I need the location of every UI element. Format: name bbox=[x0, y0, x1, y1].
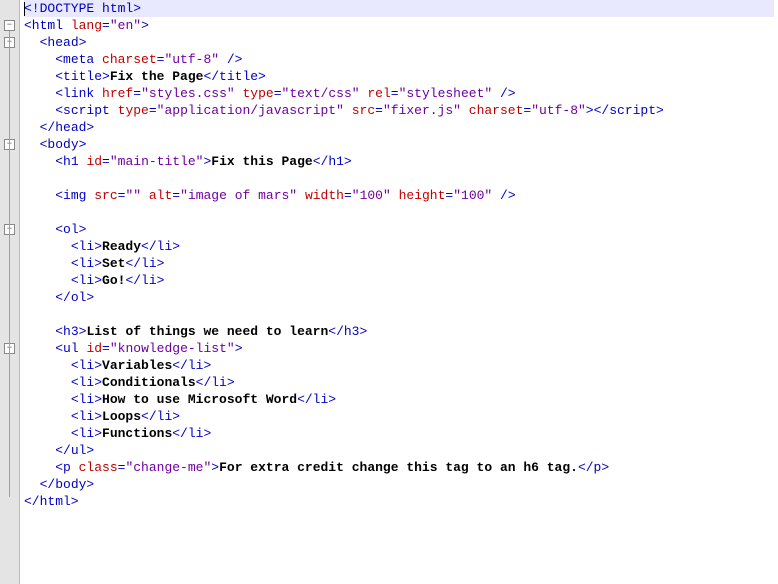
code-line[interactable]: </head> bbox=[24, 119, 774, 136]
code-line[interactable] bbox=[24, 204, 774, 221]
code-line[interactable]: <li>Go!</li> bbox=[24, 272, 774, 289]
code-line[interactable]: </ol> bbox=[24, 289, 774, 306]
code-line[interactable]: <h1 id="main-title">Fix this Page</h1> bbox=[24, 153, 774, 170]
code-editor: <!DOCTYPE html><html lang="en"> <head> <… bbox=[0, 0, 778, 584]
code-line[interactable]: </html> bbox=[24, 493, 774, 510]
code-line[interactable]: <body> bbox=[24, 136, 774, 153]
fold-guide-line bbox=[9, 31, 10, 497]
code-line[interactable]: <li>Ready</li> bbox=[24, 238, 774, 255]
code-line[interactable] bbox=[24, 306, 774, 323]
code-line[interactable]: <link href="styles.css" type="text/css" … bbox=[24, 85, 774, 102]
code-line[interactable]: </ul> bbox=[24, 442, 774, 459]
code-line[interactable]: <li>Conditionals</li> bbox=[24, 374, 774, 391]
code-line[interactable]: <meta charset="utf-8" /> bbox=[24, 51, 774, 68]
code-line[interactable]: <li>Loops</li> bbox=[24, 408, 774, 425]
code-line[interactable]: <h3>List of things we need to learn</h3> bbox=[24, 323, 774, 340]
code-line[interactable] bbox=[24, 170, 774, 187]
code-line[interactable]: <li>Variables</li> bbox=[24, 357, 774, 374]
code-line[interactable]: <ol> bbox=[24, 221, 774, 238]
fold-gutter bbox=[0, 0, 20, 584]
fold-toggle-icon[interactable] bbox=[4, 20, 15, 31]
code-line[interactable]: <li>How to use Microsoft Word</li> bbox=[24, 391, 774, 408]
code-line[interactable]: <ul id="knowledge-list"> bbox=[24, 340, 774, 357]
code-line[interactable]: <title>Fix the Page</title> bbox=[24, 68, 774, 85]
code-line[interactable]: <li>Functions</li> bbox=[24, 425, 774, 442]
code-line[interactable]: <script type="application/javascript" sr… bbox=[24, 102, 774, 119]
code-line[interactable]: <!DOCTYPE html> bbox=[24, 0, 774, 17]
code-line[interactable]: <p class="change-me">For extra credit ch… bbox=[24, 459, 774, 476]
code-area[interactable]: <!DOCTYPE html><html lang="en"> <head> <… bbox=[20, 0, 778, 584]
code-line[interactable]: <head> bbox=[24, 34, 774, 51]
code-line[interactable]: <html lang="en"> bbox=[24, 17, 774, 34]
code-line[interactable]: </body> bbox=[24, 476, 774, 493]
code-line[interactable]: <li>Set</li> bbox=[24, 255, 774, 272]
code-line[interactable]: <img src="" alt="image of mars" width="1… bbox=[24, 187, 774, 204]
